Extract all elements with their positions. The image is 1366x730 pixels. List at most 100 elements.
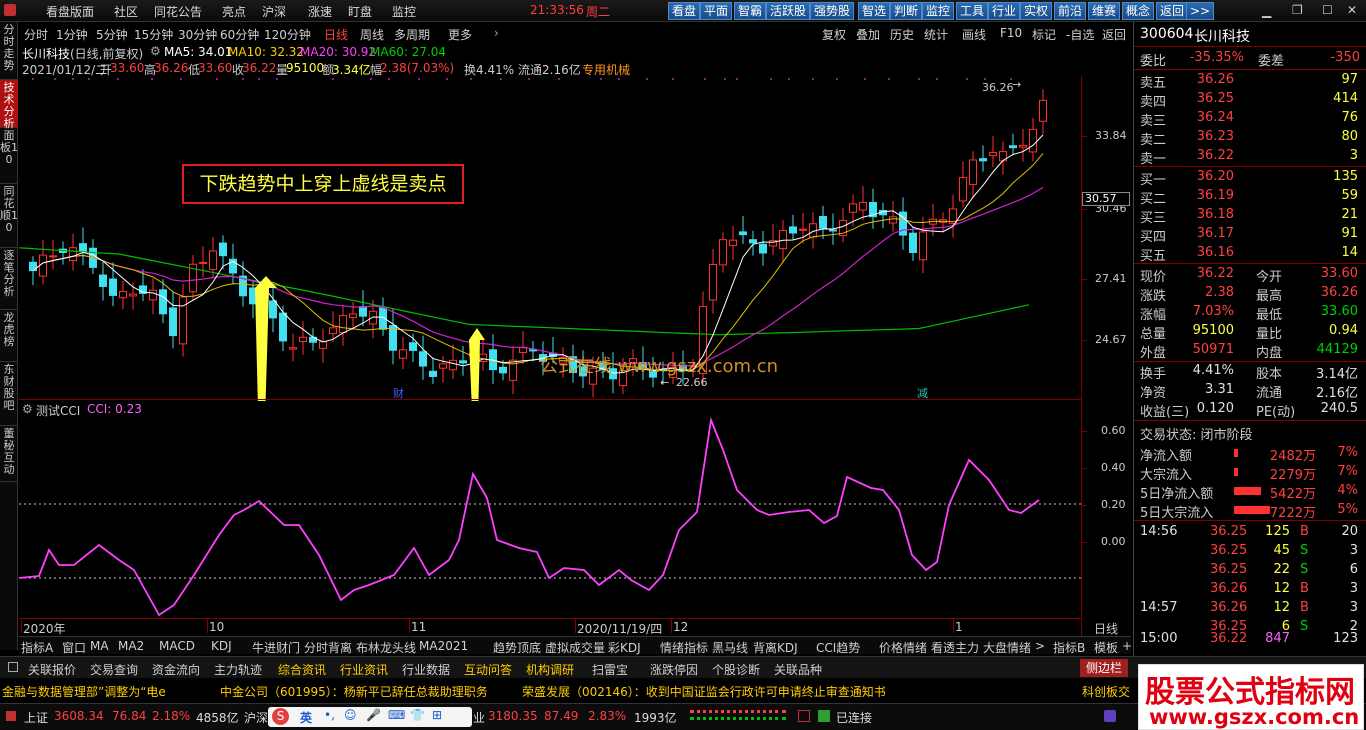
top-menu-5[interactable]: 涨速: [308, 3, 332, 20]
toolbar-8[interactable]: 返回: [1102, 26, 1126, 43]
indicator-tab-17[interactable]: 价格情绪: [879, 639, 927, 656]
close-icon[interactable]: ✕: [1347, 3, 1357, 17]
news-item[interactable]: 金融与数据管理部”调整为“电e: [2, 683, 166, 700]
quick-button-8[interactable]: 工具: [956, 2, 989, 20]
bottom-tab-7[interactable]: 互动问答: [464, 661, 512, 678]
period-tab-0[interactable]: 分时: [24, 26, 48, 43]
indicator-tab-15[interactable]: 背离KDJ: [753, 639, 798, 656]
bottom-tab-10[interactable]: 涨跌停因: [650, 661, 698, 678]
quick-button-14[interactable]: 返回: [1156, 2, 1189, 20]
quick-button-6[interactable]: 判断: [890, 2, 923, 20]
period-tab-7[interactable]: 日线: [324, 26, 348, 43]
toolbar-6[interactable]: 标记: [1032, 26, 1056, 43]
quick-button-0[interactable]: 看盘: [668, 2, 701, 20]
panel-toggle-icon[interactable]: [8, 662, 18, 672]
top-menu-3[interactable]: 亮点: [222, 3, 246, 20]
news-item[interactable]: 科创板交易: [1082, 683, 1130, 700]
top-menu-2[interactable]: 同花公告: [154, 3, 202, 20]
quick-button-12[interactable]: 维赛: [1088, 2, 1121, 20]
bottom-tab-8[interactable]: 机构调研: [526, 661, 574, 678]
indicator-tab-6[interactable]: 牛进财门: [252, 639, 300, 656]
bottom-tab-6[interactable]: 行业数据: [402, 661, 450, 678]
ime-mode[interactable]: 英: [300, 709, 312, 726]
quick-button-9[interactable]: 行业: [988, 2, 1021, 20]
toolbar-1[interactable]: 叠加: [856, 26, 880, 43]
indicator-tab-11[interactable]: 虚拟成交量: [545, 639, 605, 656]
period-tab-8[interactable]: 周线: [360, 26, 384, 43]
indicator-tab-20[interactable]: >: [1035, 639, 1045, 653]
top-menu-4[interactable]: 沪深: [262, 3, 286, 20]
bottom-tab-4[interactable]: 综合资讯: [278, 661, 326, 678]
toolbar-5[interactable]: F10: [1000, 26, 1022, 40]
quick-button-2[interactable]: 智霸: [734, 2, 767, 20]
period-tab-1[interactable]: 1分钟: [56, 26, 88, 43]
indicator-tab-21[interactable]: 指标B: [1053, 639, 1085, 656]
period-tab-4[interactable]: 30分钟: [178, 26, 217, 43]
top-menu-6[interactable]: 盯盘: [348, 3, 372, 20]
indicator-tab-22[interactable]: 模板: [1094, 639, 1118, 656]
indicator-tab-3[interactable]: MA2: [118, 639, 144, 653]
chevron-right-icon[interactable]: ›: [494, 26, 499, 40]
left-tab-5[interactable]: 龙虎榜: [0, 310, 18, 362]
minimize-icon[interactable]: ▁: [1262, 4, 1271, 18]
left-tab-4[interactable]: 逐笔分析: [0, 248, 18, 310]
indicator-tab-9[interactable]: MA2021: [419, 639, 468, 653]
indicator-tab-1[interactable]: 窗口: [62, 639, 86, 656]
toolbar-2[interactable]: 历史: [890, 26, 914, 43]
toolbar-4[interactable]: 画线: [962, 26, 986, 43]
sidebar-button[interactable]: 侧边栏: [1080, 659, 1129, 677]
period-tab-10[interactable]: 更多: [448, 26, 472, 43]
indicator-tab-18[interactable]: 看透主力: [931, 639, 979, 656]
emoji-icon[interactable]: ☺: [344, 708, 357, 722]
toolbar-7[interactable]: -自选: [1066, 26, 1094, 43]
market-icon[interactable]: [6, 711, 16, 721]
quick-button-3[interactable]: 活跃股: [766, 2, 811, 20]
plugin-icon[interactable]: [1104, 710, 1116, 722]
skin-icon[interactable]: 👕: [410, 708, 425, 722]
bottom-tab-0[interactable]: 关联报价: [28, 661, 76, 678]
bottom-tab-3[interactable]: 主力轨迹: [214, 661, 262, 678]
top-menu-0[interactable]: 看盘版面: [46, 3, 94, 20]
period-tab-5[interactable]: 60分钟: [220, 26, 259, 43]
indicator-tab-8[interactable]: 布林龙头线: [356, 639, 416, 656]
period-tab-3[interactable]: 15分钟: [134, 26, 173, 43]
period-tab-9[interactable]: 多周期: [394, 26, 430, 43]
left-tab-1[interactable]: 技术分析: [0, 80, 18, 130]
quick-button-4[interactable]: 强势股: [810, 2, 855, 20]
event-mark-reduce[interactable]: 减: [917, 385, 928, 401]
restore-icon[interactable]: ❐: [1292, 3, 1303, 17]
indicator-tab-4[interactable]: MACD: [159, 639, 195, 653]
punct-icon[interactable]: •,: [324, 708, 335, 722]
indicator-tab-10[interactable]: 趋势顶底: [493, 639, 541, 656]
indicator-tab-23[interactable]: +: [1122, 639, 1132, 653]
indicator-tab-13[interactable]: 情绪指标: [660, 639, 708, 656]
ime-logo-icon[interactable]: S: [272, 708, 289, 725]
keyboard-icon[interactable]: ⌨: [388, 708, 405, 722]
indicator-tab-12[interactable]: 彩KDJ: [608, 639, 641, 656]
indicator-tab-0[interactable]: 指标A: [21, 639, 53, 656]
news-item[interactable]: 荣盛发展（002146）：收到中国证监会行政许可申请终止审查通知书: [522, 683, 886, 700]
bottom-tab-9[interactable]: 扫雷宝: [592, 661, 628, 678]
toolbar-0[interactable]: 复权: [822, 26, 846, 43]
left-tab-3[interactable]: 同花顺10: [0, 184, 18, 248]
indicator-tab-16[interactable]: CCI趋势: [816, 639, 860, 656]
indicator-tab-14[interactable]: 黑马线: [712, 639, 748, 656]
quick-button-11[interactable]: 前沿: [1054, 2, 1087, 20]
event-mark-fin[interactable]: 财: [393, 385, 404, 401]
cci-chart[interactable]: [19, 400, 1081, 618]
quick-button-13[interactable]: 概念: [1122, 2, 1155, 20]
indicator-tab-19[interactable]: 大盘情绪: [983, 639, 1031, 656]
quick-button-5[interactable]: 智选: [858, 2, 891, 20]
period-tab-6[interactable]: 120分钟: [264, 26, 311, 43]
indicator-tab-2[interactable]: MA: [90, 639, 109, 653]
bottom-tab-11[interactable]: 个股诊断: [712, 661, 760, 678]
chart-mini-icon[interactable]: [798, 710, 810, 722]
left-tab-7[interactable]: 董秘互动: [0, 426, 18, 482]
news-item[interactable]: 中金公司（601995）：杨新平已辞任总裁助理职务: [220, 683, 488, 700]
mic-icon[interactable]: 🎤: [366, 708, 381, 722]
settings-gear-icon[interactable]: ⚙: [150, 44, 161, 58]
period-tab-2[interactable]: 5分钟: [96, 26, 128, 43]
bottom-tab-5[interactable]: 行业资讯: [340, 661, 388, 678]
maximize-icon[interactable]: ☐: [1322, 3, 1333, 17]
app-logo-icon[interactable]: [4, 4, 16, 16]
